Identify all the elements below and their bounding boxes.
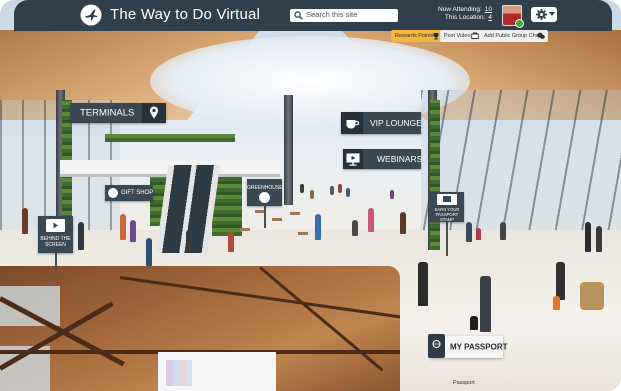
- post-video-button[interactable]: Post Video: [440, 30, 482, 42]
- traveler: [466, 222, 472, 242]
- now-attending-label: Now Attending:: [438, 6, 482, 13]
- settings-menu-button[interactable]: [531, 7, 557, 22]
- gear-icon: [536, 9, 547, 20]
- distant-traveler: [330, 186, 334, 195]
- this-location-label: This Location:: [444, 14, 486, 21]
- ceiling-beam: [119, 276, 400, 321]
- suitcase: [553, 296, 560, 310]
- green-wall: [430, 100, 440, 250]
- virtual-lobby: The Way to Do Virtual Search this site N…: [0, 0, 621, 391]
- traveler: [585, 222, 591, 252]
- video-icon: [471, 32, 479, 40]
- traveler: [315, 214, 321, 240]
- add-public-group-chat-button[interactable]: Add Public Group Chat: [480, 30, 548, 42]
- vip-lounge-sign[interactable]: VIP LOUNGE: [341, 112, 422, 134]
- traveler: [120, 214, 126, 240]
- greenhouse-sign[interactable]: GREENHOUSE: [247, 179, 283, 206]
- distant-traveler: [346, 188, 350, 197]
- traveler: [78, 222, 84, 250]
- traveler: [22, 208, 28, 234]
- passport-icon: [428, 334, 445, 358]
- distant-traveler: [390, 190, 394, 199]
- webinars-sign[interactable]: WEBINARS: [343, 149, 423, 169]
- this-location-count[interactable]: 4: [488, 14, 492, 21]
- traveler: [368, 208, 374, 232]
- traveler: [352, 220, 358, 236]
- thumbnail-image: [166, 360, 192, 386]
- search-input[interactable]: Search this site: [306, 10, 357, 19]
- top-navigation-bar: The Way to Do Virtual Search this site N…: [14, 0, 612, 31]
- suitcase: [476, 228, 481, 240]
- add-public-group-chat-label: Add Public Group Chat: [484, 33, 541, 39]
- traveler: [130, 220, 136, 242]
- planter-garden: [105, 134, 235, 142]
- cafe-table: [290, 212, 300, 215]
- webinars-label: WEBINARS: [377, 154, 423, 164]
- gift-shop-label: GIFT SHOP: [121, 190, 154, 196]
- trophy-icon: [432, 32, 440, 40]
- passport-stamp-icon: [437, 194, 457, 205]
- traveler: [418, 262, 428, 306]
- my-passport-label: MY PASSPORT: [450, 342, 508, 352]
- behind-the-screen-sign[interactable]: BEHIND THE SCREEN: [38, 216, 73, 253]
- traveler: [146, 238, 152, 266]
- sign-pole: [55, 253, 57, 269]
- gift-icon: [108, 188, 118, 198]
- vip-lounge-label: VIP LOUNGE: [370, 118, 422, 128]
- sign-pole: [446, 222, 448, 256]
- terminals-sign[interactable]: TERMINALS: [70, 103, 166, 123]
- traveler: [400, 212, 406, 234]
- passport-caption: Passport: [453, 380, 475, 386]
- traveler: [500, 222, 506, 240]
- coffee-cup-icon: [341, 112, 363, 134]
- gift-shop-sign[interactable]: GIFT SHOP: [105, 185, 153, 201]
- pillar: [284, 95, 293, 205]
- traveler: [228, 232, 234, 252]
- distant-traveler: [300, 184, 304, 193]
- rewards-points-label: Rewards Points: [395, 33, 434, 39]
- rewards-points-button[interactable]: Rewards Points: [391, 30, 443, 42]
- sign-pole: [264, 206, 266, 228]
- airplane-icon[interactable]: [80, 4, 102, 26]
- presentation-screen-icon: [343, 149, 363, 169]
- search-icon: [294, 11, 303, 20]
- distant-traveler: [338, 184, 342, 193]
- chevron-down-icon: [549, 12, 555, 16]
- user-avatar[interactable]: [502, 5, 524, 28]
- ceiling-beam: [259, 266, 384, 372]
- attendance-counter: Now Attending: 10 This Location: 4: [426, 6, 492, 22]
- search-box[interactable]: Search this site: [290, 9, 398, 22]
- behind-the-screen-label: BEHIND THE SCREEN: [40, 236, 71, 248]
- traveler-seated: [580, 282, 604, 310]
- my-passport-button[interactable]: MY PASSPORT: [428, 334, 508, 358]
- leaf-icon: [259, 192, 270, 203]
- now-attending-count[interactable]: 10: [485, 6, 492, 13]
- now-attending: Now Attending: 10: [426, 6, 492, 14]
- greenhouse-label: GREENHOUSE: [247, 185, 283, 191]
- suitcase: [470, 316, 478, 330]
- earn-passport-stamp-label: EARN YOUR PASSPORT STAMP: [434, 207, 460, 222]
- terminals-label: TERMINALS: [80, 107, 135, 119]
- cafe-table: [272, 218, 282, 221]
- video-play-icon: [46, 219, 65, 232]
- map-pin-icon: [142, 103, 166, 123]
- online-status-icon: [515, 19, 524, 28]
- site-title[interactable]: The Way to Do Virtual: [110, 6, 260, 23]
- this-location: This Location: 4: [426, 14, 492, 22]
- traveler: [186, 230, 192, 252]
- traveler: [556, 262, 565, 300]
- chat-bubbles-icon: [537, 32, 545, 40]
- distant-traveler: [310, 190, 314, 199]
- cafe-table: [240, 228, 250, 231]
- traveler: [596, 226, 602, 252]
- cafe-table: [298, 232, 308, 235]
- traveler: [480, 276, 491, 332]
- post-video-label: Post Video: [444, 33, 471, 39]
- earn-passport-stamp-sign[interactable]: EARN YOUR PASSPORT STAMP: [430, 192, 464, 222]
